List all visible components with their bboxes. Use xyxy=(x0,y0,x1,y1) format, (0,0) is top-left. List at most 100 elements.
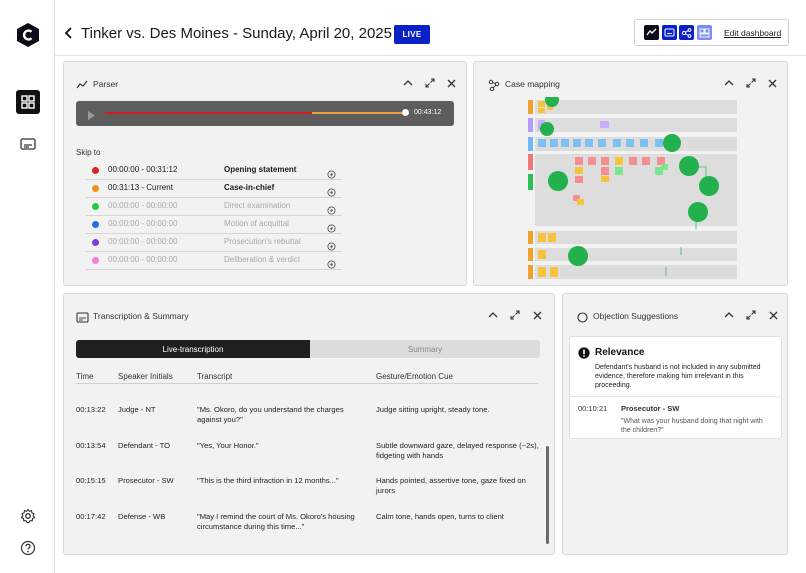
row-time: 00:15:15 xyxy=(76,476,106,485)
sidebar xyxy=(0,0,55,573)
table-row[interactable]: 00:15:15 Prosecutor - SW "This is the thir… xyxy=(76,476,546,506)
collapse-icon[interactable] xyxy=(723,77,735,89)
skip-to-label: Skip to xyxy=(76,148,101,157)
row-time: 00:17:42 xyxy=(76,512,106,521)
collapse-icon[interactable] xyxy=(402,77,414,89)
segment-color-dot xyxy=(92,221,99,228)
skip-item-time: 00:00:00 - 00:00:00 xyxy=(108,219,178,228)
expand-icon[interactable] xyxy=(424,77,436,89)
parser-widget-icon[interactable] xyxy=(644,25,659,40)
objection-card[interactable]: Relevance Defendant's husband is not inc… xyxy=(569,336,782,439)
circle-icon xyxy=(577,310,589,323)
column-header-gesture: Gesture/Emotion Cue xyxy=(376,372,453,381)
segment-color-dot xyxy=(92,185,99,192)
skip-item-time: 00:31:13 - Current xyxy=(108,183,173,192)
skip-item-name: Motion of acquittal xyxy=(224,219,289,228)
row-transcript: "Yes, Your Honor." xyxy=(197,441,259,450)
jump-target-icon[interactable] xyxy=(327,166,336,179)
chevron-left-icon[interactable] xyxy=(63,26,75,40)
row-speaker: Judge - NT xyxy=(118,405,156,414)
case-mapping-title: Case mapping xyxy=(505,79,560,89)
collapse-icon[interactable] xyxy=(723,309,735,321)
segment-color-dot xyxy=(92,167,99,174)
row-transcript: "This is the third infraction in 12 mont… xyxy=(197,476,339,485)
objection-speaker: Prosecutor - SW xyxy=(621,404,680,413)
skip-item-name: Prosecution's rebuttal xyxy=(224,237,301,246)
jump-target-icon[interactable] xyxy=(327,202,336,215)
skip-item[interactable]: 00:00:00 - 00:00:00 Prosecution's rebutta… xyxy=(86,234,342,252)
row-gesture-cue: Subtle downward gaze, delayed response (… xyxy=(376,441,539,460)
parser-title: Parser xyxy=(93,79,119,89)
segment-color-dot xyxy=(92,257,99,264)
jump-target-icon[interactable] xyxy=(327,184,336,197)
transcription-panel: Transcription & Summary Live-transcripti… xyxy=(63,293,555,555)
skip-item-time: 00:00:00 - 00:00:00 xyxy=(108,237,178,246)
objection-quote: "What was your husband doing that night … xyxy=(621,418,763,434)
case-mapping-widget-icon[interactable] xyxy=(679,25,694,40)
row-gesture-cue: Hands pointed, assertive tone, gaze fixe… xyxy=(376,476,526,495)
skip-item[interactable]: 00:00:00 - 00:31:12 Opening statement xyxy=(86,162,342,180)
expand-icon[interactable] xyxy=(509,309,521,321)
objection-card-description: Defendant's husband is not included in a… xyxy=(595,364,761,389)
alert-icon xyxy=(578,346,590,359)
skip-item-name: Deliberation & verdict xyxy=(224,255,301,264)
node-graph-icon xyxy=(488,78,500,92)
skip-item-time: 00:00:00 - 00:00:00 xyxy=(108,201,178,210)
skip-item[interactable]: 00:31:13 - Current Case-in-chief xyxy=(86,180,342,198)
close-icon[interactable] xyxy=(531,309,543,321)
column-header-transcript: Transcript xyxy=(197,372,233,381)
close-icon[interactable] xyxy=(445,77,457,89)
close-icon[interactable] xyxy=(766,77,778,89)
table-row[interactable]: 00:13:54 Defendant - TO "Yes, Your Honor."… xyxy=(76,441,546,471)
case-mapping-panel: Case mapping xyxy=(473,61,788,286)
objection-widget-icon[interactable] xyxy=(697,25,712,40)
help-icon[interactable] xyxy=(16,536,40,560)
jump-target-icon[interactable] xyxy=(327,220,336,233)
expand-icon[interactable] xyxy=(745,309,757,321)
parser-panel: Parser 00:43:12 Skip to 00:00:00 - 00:31… xyxy=(63,61,467,286)
transcript-widget-icon[interactable] xyxy=(662,25,677,40)
transcript-panel-icon[interactable] xyxy=(16,132,40,156)
skip-item[interactable]: 00:00:00 - 00:00:00 Deliberation & verdic… xyxy=(86,252,342,270)
skip-item[interactable]: 00:00:00 - 00:00:00 Direct examination xyxy=(86,198,342,216)
objection-time: 00:10:21 xyxy=(578,404,608,413)
row-time: 00:13:54 xyxy=(76,441,106,450)
progress-handle[interactable] xyxy=(402,109,409,116)
case-map-canvas[interactable] xyxy=(521,97,741,282)
skip-item-time: 00:00:00 - 00:00:00 xyxy=(108,255,178,264)
skip-item[interactable]: 00:00:00 - 00:00:00 Motion of acquittal xyxy=(86,216,342,234)
transcript-icon xyxy=(76,310,89,323)
objection-card-title: Relevance xyxy=(595,347,645,358)
segment-color-dot xyxy=(92,239,99,246)
edit-dashboard-link[interactable]: Edit dashboard xyxy=(724,28,781,38)
jump-target-icon[interactable] xyxy=(327,256,336,269)
row-transcript: "May I remind the court of Ms. Okoro's h… xyxy=(197,512,355,531)
tab-summary[interactable]: Summary xyxy=(310,340,540,358)
dashboard-grid-icon[interactable] xyxy=(16,90,40,114)
play-icon[interactable] xyxy=(87,108,96,120)
row-speaker: Prosecutor - SW xyxy=(118,476,174,485)
collapse-icon[interactable] xyxy=(487,309,499,321)
skip-item-name: Case-in-chief xyxy=(224,183,275,192)
table-header-divider xyxy=(76,383,538,384)
table-row[interactable]: 00:17:42 Defense - WB "May I remind the co… xyxy=(76,512,546,542)
close-icon[interactable] xyxy=(767,309,779,321)
settings-gear-icon[interactable] xyxy=(16,504,40,528)
row-gesture-cue: Calm tone, hands open, turns to client xyxy=(376,512,504,521)
column-header-speaker: Speaker Initials xyxy=(118,372,173,381)
expand-icon[interactable] xyxy=(745,77,757,89)
objection-panel: Objection Suggestions Relevance Defendan… xyxy=(562,293,788,555)
skip-item-name: Direct examination xyxy=(224,201,291,210)
line-chart-icon xyxy=(76,78,88,90)
segment-color-dot xyxy=(92,203,99,210)
column-header-time: Time xyxy=(76,372,94,381)
row-transcript: "Ms. Okoro, do you understand the charge… xyxy=(197,405,344,424)
table-row[interactable]: 00:13:22 Judge - NT "Ms. Okoro, do you und… xyxy=(76,405,546,435)
progress-current-segment xyxy=(312,112,407,114)
app-logo-icon xyxy=(15,22,41,48)
jump-target-icon[interactable] xyxy=(327,238,336,251)
skip-item-time: 00:00:00 - 00:31:12 xyxy=(108,165,178,174)
objection-title: Objection Suggestions xyxy=(593,311,679,321)
tab-live-transcription[interactable]: Live-transcription xyxy=(76,340,310,358)
scrollbar-thumb[interactable] xyxy=(546,446,549,544)
